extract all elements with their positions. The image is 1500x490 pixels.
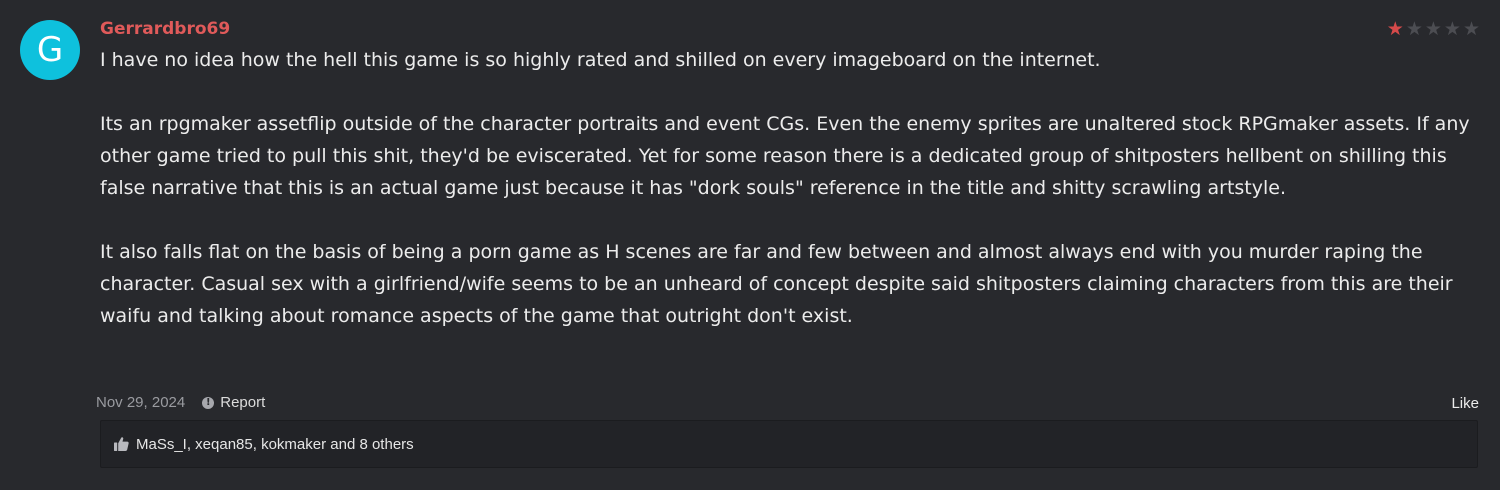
review-paragraph: I have no idea how the hell this game is… bbox=[100, 49, 1101, 71]
star-icon: ★ bbox=[1443, 18, 1461, 40]
star-icon: ★ bbox=[1386, 18, 1404, 40]
star-icon: ★ bbox=[1424, 18, 1442, 40]
likes-summary-text[interactable]: MaSs_I, xeqan85, kokmaker and 8 others bbox=[136, 436, 414, 453]
review-body: I have no idea how the hell this game is… bbox=[100, 44, 1485, 332]
info-circle-icon: ! bbox=[202, 396, 215, 409]
like-button[interactable]: Like bbox=[1451, 395, 1479, 412]
star-icon: ★ bbox=[1462, 18, 1480, 40]
review-meta: Nov 29, 2024 ! Report bbox=[96, 394, 265, 411]
review-paragraph: It also falls flat on the basis of being… bbox=[100, 241, 1453, 327]
star-icon: ★ bbox=[1405, 18, 1423, 40]
review-paragraph: Its an rpgmaker assetflip outside of the… bbox=[100, 113, 1470, 199]
avatar[interactable]: G bbox=[20, 20, 80, 80]
author-name-link[interactable]: Gerrardbro69 bbox=[100, 19, 230, 39]
review-card: G Gerrardbro69 ★ ★ ★ ★ ★ I have no idea … bbox=[0, 0, 1500, 490]
report-button[interactable]: ! Report bbox=[202, 394, 265, 411]
review-date[interactable]: Nov 29, 2024 bbox=[96, 394, 185, 411]
likes-summary-bar: MaSs_I, xeqan85, kokmaker and 8 others bbox=[100, 420, 1478, 468]
star-rating: ★ ★ ★ ★ ★ bbox=[1387, 20, 1480, 39]
thumbs-up-icon bbox=[114, 437, 129, 451]
report-label: Report bbox=[220, 394, 266, 411]
